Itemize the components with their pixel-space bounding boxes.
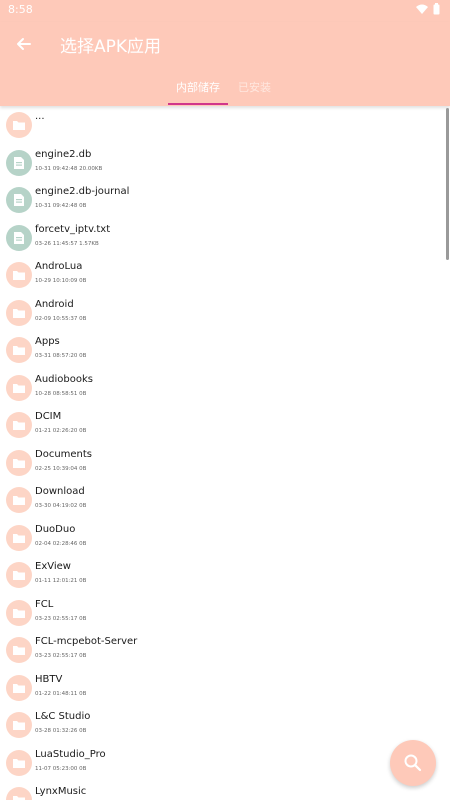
folder-icon [6,787,32,800]
list-item-name: DuoDuo [35,523,76,535]
tab-installed[interactable]: 已安装 [238,79,271,95]
arrow-left-icon [17,38,31,50]
folder-icon [6,749,32,776]
list-item[interactable]: AndroLua 10-29 10:10:09 0B [0,256,450,294]
list-item-meta: 03-30 04:19:02 0B [35,503,87,509]
list-item[interactable]: Apps 03-31 08:57:20 0B [0,331,450,369]
folder-icon [6,449,32,476]
scrollbar[interactable] [446,108,449,260]
battery-icon [433,3,440,15]
list-item-meta: 03-23 02:55:17 0B [35,615,87,622]
list-item-meta: 02-25 10:39:04 0B [35,465,87,472]
list-item-meta: 03-31 08:57:20 0B [35,353,87,359]
folder-icon [6,524,32,551]
list-item[interactable]: FCL-mcpebot-Server 03-23 02:55:17 0B [0,631,450,669]
list-item-name: AndroLua [35,261,83,272]
tab-internal-storage[interactable]: 内部储存 [176,79,220,95]
list-item-meta: 01-22 01:48:11 0B [35,690,87,697]
folder-icon [6,712,32,738]
list-item-name: Audiobooks [35,373,94,385]
list-item-meta: 03-26 11:45:57 1.57KB [35,240,99,247]
list-item-name: Android [35,298,74,310]
list-item[interactable]: forcetv_iptv.txt 03-26 11:45:57 1.57KB [0,219,450,257]
folder-icon [6,562,32,588]
list-item[interactable]: ExView 01-11 12:01:21 0B [0,556,450,594]
list-item[interactable]: engine2.db-journal 10-31 09:42:48 0B [0,181,450,219]
wifi-icon [416,4,428,14]
list-item-name: HBTV [35,673,63,685]
list-item[interactable]: Android 02-09 10:55:37 0B [0,294,450,332]
list-item-meta: 10-31 09:42:48 20.00KB [35,165,103,172]
list-item[interactable]: FCL 03-23 02:55:17 0B [0,594,450,632]
file-icon [6,149,32,176]
search-button[interactable] [390,740,436,786]
list-item-meta: 10-28 08:58:51 0B [35,390,87,397]
status-bar: 8:58 [0,0,450,22]
folder-icon [6,112,32,138]
list-item-meta: 01-11 12:01:21 0B [35,578,87,584]
list-item[interactable]: L&C Studio 03-28 01:32:26 0B [0,706,450,744]
folder-icon [6,487,32,513]
folder-icon [6,412,32,438]
list-item[interactable]: LuaStudio_Pro 11-07 05:23:00 0B [0,744,450,782]
list-item[interactable]: engine2.db 10-31 09:42:48 20.00KB [0,144,450,182]
file-icon [6,224,32,251]
list-item-meta: 02-04 02:28:46 0B [35,540,87,547]
folder-icon [6,637,32,663]
folder-icon [6,374,32,401]
list-item-name: L&C Studio [35,711,91,722]
list-item-meta: 10-31 09:42:48 0B [35,203,87,209]
status-time: 8:58 [8,3,33,16]
list-item-meta: 02-09 10:55:37 0B [35,315,87,322]
list-item-name: ExView [35,561,71,572]
list-item[interactable]: HBTV 01-22 01:48:11 0B [0,669,450,707]
list-item-name: engine2.db-journal [35,186,130,197]
list-item-meta: 10-29 10:10:09 0B [35,278,87,284]
file-icon [6,187,32,213]
list-item[interactable]: ... [0,106,450,144]
search-icon [404,754,422,772]
list-item-name: engine2.db [35,148,92,160]
list-item[interactable]: Download 03-30 04:19:02 0B [0,481,450,519]
list-item-meta: 03-28 01:32:26 0B [35,728,87,734]
folder-icon [6,674,32,701]
list-item[interactable]: Audiobooks 10-28 08:58:51 0B [0,369,450,407]
list-item[interactable]: DuoDuo 02-04 02:28:46 0B [0,519,450,557]
list-item[interactable]: Documents 02-25 10:39:04 0B [0,444,450,482]
file-list[interactable]: ... engine2.db 10-31 09:42:48 20.00KB engin… [0,106,450,800]
list-item-name: FCL-mcpebot-Server [35,636,138,647]
list-item-meta: 11-07 05:23:00 0B [35,765,87,772]
folder-icon [6,262,32,288]
list-item-name: forcetv_iptv.txt [35,223,111,235]
list-item-name: Apps [35,336,60,347]
tab-indicator [168,103,228,105]
tab-bar: 内部储存 已安装 [0,72,450,106]
folder-icon [6,337,32,363]
status-icons [416,3,440,15]
list-item-name: LynxMusic [35,786,87,797]
list-item-name: FCL [35,598,54,610]
folder-icon [6,599,32,626]
folder-icon [6,299,32,326]
back-button[interactable] [10,32,38,56]
list-item-name: Documents [35,448,93,460]
app-bar: 选择APK应用 内部储存 已安装 [0,22,450,106]
list-item-name: ... [35,111,45,122]
list-item[interactable]: DCIM 01-21 02:26:20 0B [0,406,450,444]
list-item-meta: 01-21 02:26:20 0B [35,428,87,434]
list-item[interactable]: LynxMusic [0,781,450,800]
list-item-meta: 03-23 02:55:17 0B [35,653,87,659]
list-item-name: DCIM [35,411,62,422]
list-item-name: Download [35,486,85,497]
page-title: 选择APK应用 [60,37,162,57]
list-item-name: LuaStudio_Pro [35,748,106,760]
